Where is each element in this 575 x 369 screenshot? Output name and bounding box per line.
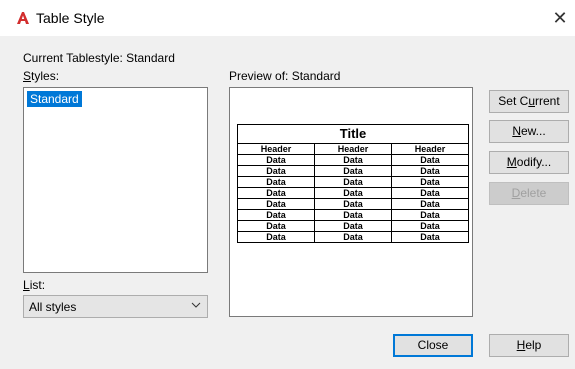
preview-data-cell: Data bbox=[237, 231, 315, 243]
preview-data-cell: Data bbox=[391, 154, 469, 166]
preview-data-cell: Data bbox=[314, 154, 392, 166]
preview-header-row: Header Header Header bbox=[237, 143, 469, 155]
preview-data-row: Data Data Data bbox=[237, 187, 469, 199]
preview-label: Preview of: Standard bbox=[229, 69, 340, 83]
styles-list-item[interactable]: Standard bbox=[27, 91, 82, 107]
styles-label-accel: S bbox=[23, 69, 32, 83]
preview-data-cell: Data bbox=[314, 176, 392, 188]
preview-data-row: Data Data Data bbox=[237, 154, 469, 166]
preview-data-cell: Data bbox=[314, 209, 392, 221]
preview-label-prefix: Preview of: bbox=[229, 69, 289, 83]
current-tablestyle-value: Standard bbox=[126, 51, 175, 65]
preview-data-row: Data Data Data bbox=[237, 231, 469, 243]
preview-data-cell: Data bbox=[391, 176, 469, 188]
current-tablestyle-label: Current Tablestyle: bbox=[23, 51, 123, 65]
preview-data-cell: Data bbox=[237, 176, 315, 188]
new-button[interactable]: New... bbox=[489, 120, 569, 143]
preview-title-cell: Title bbox=[237, 124, 469, 144]
styles-label: Styles: bbox=[23, 69, 59, 83]
preview-header-cell: Header bbox=[391, 143, 469, 155]
close-button[interactable]: Close bbox=[393, 334, 473, 357]
list-label: List: bbox=[23, 278, 45, 292]
new-label-accel: N bbox=[512, 124, 521, 138]
preview-data-row: Data Data Data bbox=[237, 165, 469, 177]
preview-data-row: Data Data Data bbox=[237, 198, 469, 210]
preview-data-cell: Data bbox=[314, 165, 392, 177]
preview-data-row: Data Data Data bbox=[237, 220, 469, 232]
preview-data-cell: Data bbox=[237, 187, 315, 199]
chevron-down-icon bbox=[191, 302, 201, 308]
preview-header-cell: Header bbox=[237, 143, 315, 155]
set-current-button[interactable]: Set Current bbox=[489, 90, 569, 113]
help-label-post: elp bbox=[525, 338, 542, 352]
preview-panel: Title Header Header Header Data Data Dat… bbox=[229, 87, 473, 317]
preview-data-cell: Data bbox=[314, 198, 392, 210]
preview-data-cell: Data bbox=[391, 231, 469, 243]
modify-button[interactable]: Modify... bbox=[489, 151, 569, 174]
preview-data-cell: Data bbox=[391, 165, 469, 177]
list-filter-value: All styles bbox=[29, 300, 77, 314]
set-current-label-post: rrent bbox=[535, 94, 560, 108]
modify-label-accel: M bbox=[506, 155, 517, 169]
preview-data-row: Data Data Data bbox=[237, 209, 469, 221]
autocad-a-icon bbox=[17, 12, 29, 24]
preview-data-cell: Data bbox=[237, 154, 315, 166]
preview-data-cell: Data bbox=[237, 209, 315, 221]
preview-data-cell: Data bbox=[391, 220, 469, 232]
styles-listbox[interactable]: Standard bbox=[23, 87, 208, 273]
preview-data-row: Data Data Data bbox=[237, 176, 469, 188]
current-tablestyle-line: Current Tablestyle: Standard bbox=[23, 51, 175, 65]
window-title: Table Style bbox=[36, 10, 105, 26]
list-label-accel: L bbox=[23, 278, 30, 292]
preview-data-cell: Data bbox=[314, 187, 392, 199]
preview-data-cell: Data bbox=[391, 187, 469, 199]
preview-data-cell: Data bbox=[237, 198, 315, 210]
preview-style-name: Standard bbox=[291, 69, 341, 83]
preview-data-cell: Data bbox=[391, 209, 469, 221]
preview-header-cell: Header bbox=[314, 143, 392, 155]
preview-table: Title Header Header Header Data Data Dat… bbox=[237, 124, 469, 243]
help-button[interactable]: Help bbox=[489, 334, 569, 357]
delete-label-post: elete bbox=[520, 186, 547, 200]
delete-label-accel: D bbox=[511, 186, 521, 200]
set-current-label-pre: Set C bbox=[498, 94, 529, 108]
delete-button[interactable]: Delete bbox=[489, 182, 569, 205]
styles-label-rest: tyles: bbox=[31, 69, 60, 83]
preview-title-row: Title bbox=[237, 124, 469, 144]
preview-data-cell: Data bbox=[314, 231, 392, 243]
list-filter-dropdown[interactable]: All styles bbox=[23, 295, 208, 318]
set-current-label-accel: u bbox=[528, 94, 535, 108]
modify-label-post: odify... bbox=[516, 155, 552, 169]
preview-data-cell: Data bbox=[314, 220, 392, 232]
preview-data-cell: Data bbox=[237, 165, 315, 177]
preview-data-cell: Data bbox=[237, 220, 315, 232]
list-label-rest: ist: bbox=[29, 278, 46, 292]
new-label-post: ew... bbox=[520, 124, 546, 138]
title-bar: Table Style ✕ bbox=[0, 0, 575, 36]
close-icon[interactable]: ✕ bbox=[550, 8, 570, 28]
preview-data-cell: Data bbox=[391, 198, 469, 210]
